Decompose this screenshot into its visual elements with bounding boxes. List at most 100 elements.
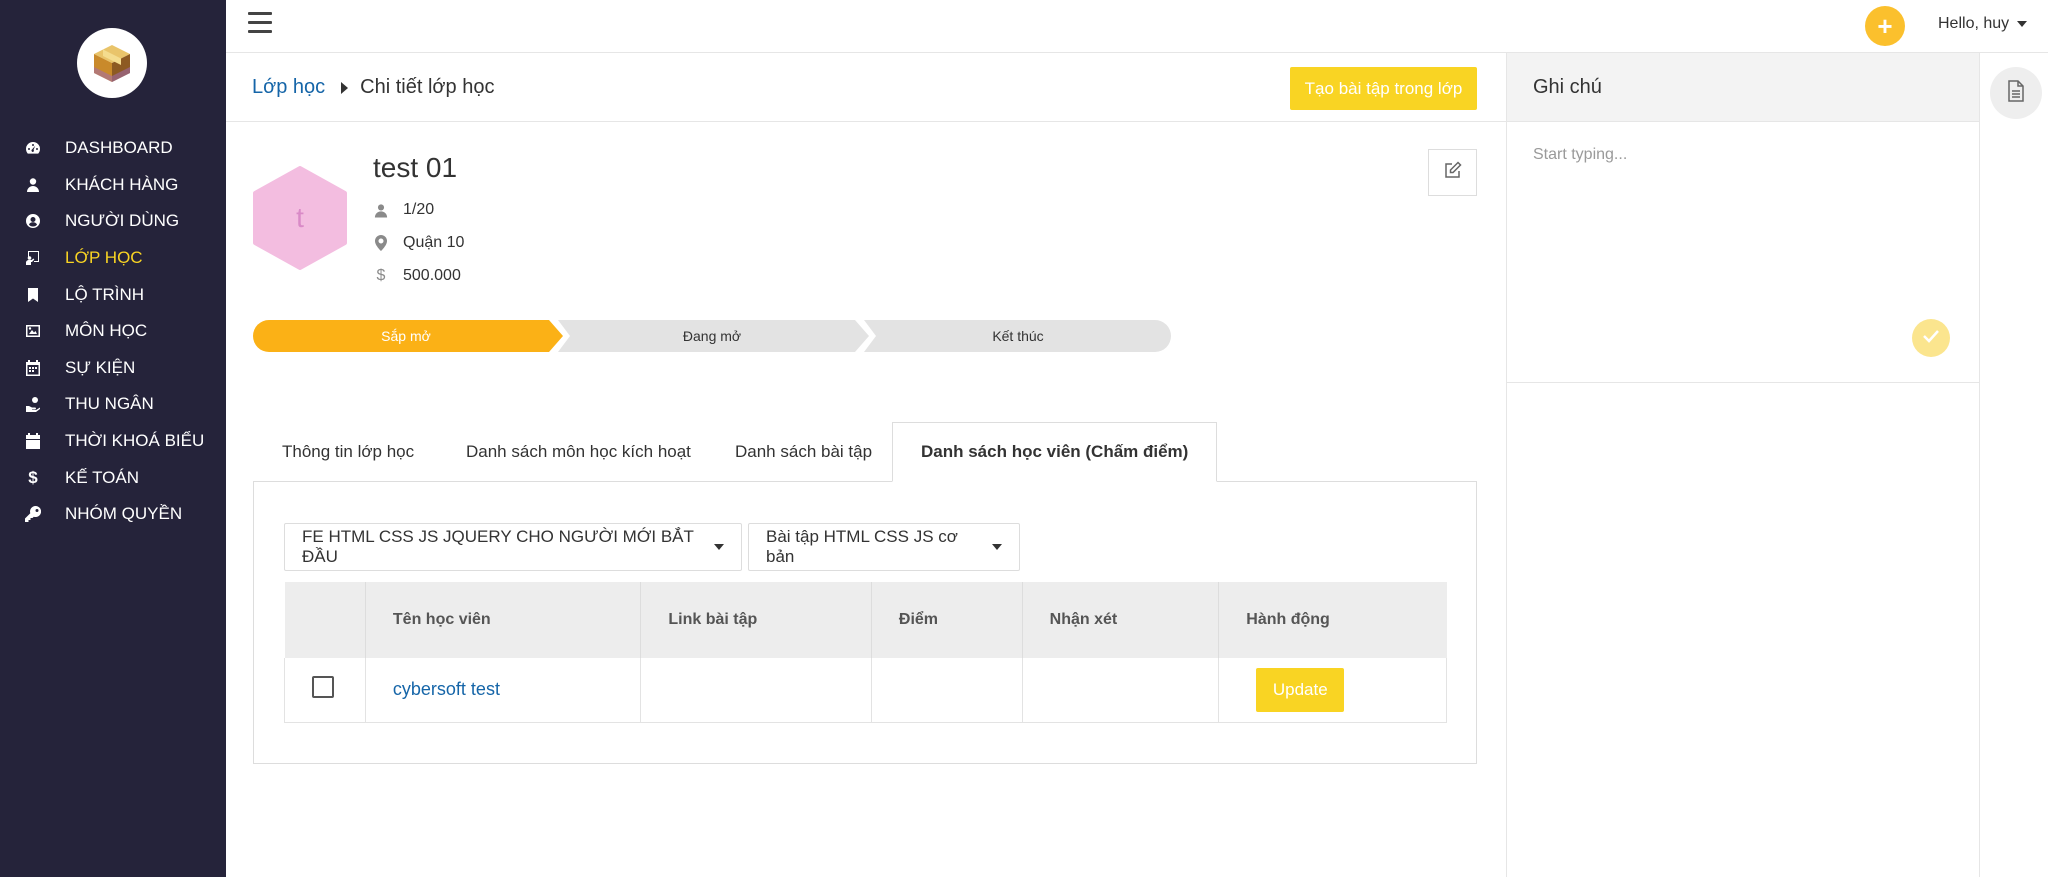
breadcrumb-current: Chi tiết lớp học xyxy=(360,76,495,98)
sidebar-item-label: THU NGÂN xyxy=(65,394,154,414)
user-icon xyxy=(373,202,389,218)
edit-class-button[interactable] xyxy=(1428,149,1477,196)
sidebar-item-dashboard[interactable]: DASHBOARD xyxy=(0,130,226,167)
avatar-letter: t xyxy=(296,202,304,233)
tab-panel: FE HTML CSS JS JQUERY CHO NGƯỜI MỚI BẮT … xyxy=(253,481,1477,764)
save-note-button[interactable] xyxy=(1912,319,1950,357)
dollar-icon: $ xyxy=(376,267,386,284)
notes-body xyxy=(1507,122,1979,383)
breadcrumb: Lớp học Chi tiết lớp học xyxy=(252,76,494,99)
caret-down-icon xyxy=(2017,21,2028,27)
sidebar-item-label: NHÓM QUYỀN xyxy=(65,504,183,524)
document-icon xyxy=(2007,79,2025,107)
course-select-value: FE HTML CSS JS JQUERY CHO NGƯỜI MỚI BẮT … xyxy=(302,527,694,566)
sidebar-item-nhom-quyen[interactable]: NHÓM QUYỀN xyxy=(0,496,226,533)
assignment-select[interactable]: Bài tập HTML CSS JS cơ bản xyxy=(748,523,1020,571)
table-header-row: Tên học viên Link bài tập Điểm Nhận xét … xyxy=(284,582,1447,658)
tab-danh-sach-mon-hoc[interactable]: Danh sách môn học kích hoạt xyxy=(466,422,691,482)
sidebar-item-label: LỘ TRÌNH xyxy=(65,284,145,304)
sidebar-nav: DASHBOARD KHÁCH HÀNG NGƯỜI DÙNG LỚP HỌC … xyxy=(0,130,226,533)
user-icon xyxy=(24,176,42,194)
map-marker-icon xyxy=(373,235,389,251)
dashboard-icon xyxy=(24,139,42,157)
class-status-steps: Sắp mở Đang mở Kết thúc xyxy=(253,320,1171,352)
assignment-select-value: Bài tập HTML CSS JS cơ bản xyxy=(766,527,958,566)
sidebar-item-label: KẾ TOÁN xyxy=(65,467,140,487)
class-price: $ 500.000 xyxy=(373,267,461,285)
update-button[interactable]: Update xyxy=(1256,667,1345,712)
students-table: Tên học viên Link bài tập Điểm Nhận xét … xyxy=(284,582,1447,723)
user-menu[interactable]: Hello, huy xyxy=(1938,15,2028,33)
table-header-action: Hành động xyxy=(1218,582,1447,658)
table-cell-score xyxy=(870,658,1023,723)
table-cell-name: cybersoft test xyxy=(364,658,642,723)
tab-bar: Thông tin lớp học Danh sách môn học kích… xyxy=(253,422,1477,482)
user-circle-icon xyxy=(24,212,42,230)
sidebar-item-label: SỰ KIỆN xyxy=(65,357,136,377)
create-assignment-button[interactable]: Tạo bài tập trong lớp xyxy=(1290,67,1477,110)
page-header: Lớp học Chi tiết lớp học Tạo bài tập tro… xyxy=(226,53,1506,122)
caret-down-icon xyxy=(714,544,724,550)
sidebar-item-label: THỜI KHOÁ BIỂU xyxy=(65,431,205,451)
class-students: 1/20 xyxy=(373,201,434,219)
caret-right-icon xyxy=(341,81,349,94)
tab-thong-tin-lop-hoc[interactable]: Thông tin lớp học xyxy=(282,422,414,482)
bookmark-icon xyxy=(24,286,42,304)
edit-icon xyxy=(1444,161,1462,184)
step-ket-thuc: Kết thúc xyxy=(992,328,1044,344)
notes-title: Ghi chú xyxy=(1507,53,1979,122)
add-button[interactable]: + xyxy=(1865,6,1905,46)
sidebar-item-lo-trinh[interactable]: LỘ TRÌNH xyxy=(0,276,226,313)
table-header-score: Điểm xyxy=(871,582,1023,658)
step-dang-mo: Đang mở xyxy=(682,328,742,344)
box-logo-icon[interactable] xyxy=(77,28,147,98)
table-row: cybersoft test Update xyxy=(284,658,1447,723)
notes-toggle-button[interactable] xyxy=(1990,67,2042,119)
sidebar-item-thu-ngan[interactable]: THU NGÂN xyxy=(0,386,226,423)
topbar: + Hello, huy xyxy=(226,0,2048,53)
table-cell-comment xyxy=(1021,658,1220,723)
sidebar-item-ke-toan[interactable]: $ KẾ TOÁN xyxy=(0,459,226,496)
key-icon xyxy=(24,505,42,523)
price-text: 500.000 xyxy=(403,267,461,284)
sidebar-item-label: KHÁCH HÀNG xyxy=(65,174,179,194)
chalkboard-icon xyxy=(24,249,42,267)
table-header-name: Tên học viên xyxy=(365,582,642,658)
sidebar-item-lop-hoc[interactable]: LỚP HỌC xyxy=(0,240,226,277)
calendar-icon xyxy=(24,359,42,377)
class-avatar: t xyxy=(253,166,347,270)
calendar-solid-icon xyxy=(24,432,42,450)
sidebar-item-label: DASHBOARD xyxy=(65,138,173,158)
check-icon xyxy=(1922,329,1940,348)
location-text: Quận 10 xyxy=(403,234,465,251)
dollar-icon: $ xyxy=(28,467,38,487)
sidebar-item-label: LỚP HỌC xyxy=(65,248,143,268)
hamburger-menu-icon[interactable] xyxy=(248,12,272,34)
student-name-link[interactable]: cybersoft test xyxy=(393,679,500,699)
class-location: Quận 10 xyxy=(373,234,464,252)
tab-danh-sach-bai-tap[interactable]: Danh sách bài tập xyxy=(735,422,872,482)
sidebar-item-nguoi-dung[interactable]: NGƯỜI DÙNG xyxy=(0,203,226,240)
students-count: 1/20 xyxy=(403,201,435,218)
class-title: test 01 xyxy=(373,152,458,183)
table-cell-select xyxy=(284,658,366,723)
table-header-link: Link bài tập xyxy=(640,582,872,658)
table-cell-action: Update xyxy=(1218,658,1447,723)
caret-down-icon xyxy=(992,544,1002,550)
notes-panel: Ghi chú xyxy=(1506,53,1980,877)
sidebar-item-khach-hang[interactable]: KHÁCH HÀNG xyxy=(0,167,226,204)
sidebar-item-mon-hoc[interactable]: MÔN HỌC xyxy=(0,313,226,350)
course-select[interactable]: FE HTML CSS JS JQUERY CHO NGƯỜI MỚI BẮT … xyxy=(284,523,742,571)
row-checkbox[interactable] xyxy=(312,676,334,699)
tab-danh-sach-hoc-vien[interactable]: Danh sách học viên (Chấm điểm) xyxy=(892,422,1218,482)
notes-input[interactable] xyxy=(1533,146,1953,164)
sidebar-item-label: NGƯỜI DÙNG xyxy=(65,211,180,231)
table-header-select xyxy=(284,582,366,658)
breadcrumb-link-lop-hoc[interactable]: Lớp học xyxy=(252,76,325,99)
sidebar-item-thoi-khoa-bieu[interactable]: THỜI KHOÁ BIỂU xyxy=(0,423,226,460)
sidebar-item-su-kien[interactable]: SỰ KIỆN xyxy=(0,350,226,387)
table-header-comment: Nhận xét xyxy=(1022,582,1220,658)
table-cell-link xyxy=(640,658,872,723)
step-sap-mo: Sắp mở xyxy=(381,328,431,344)
user-greeting: Hello, huy xyxy=(1938,15,2010,32)
